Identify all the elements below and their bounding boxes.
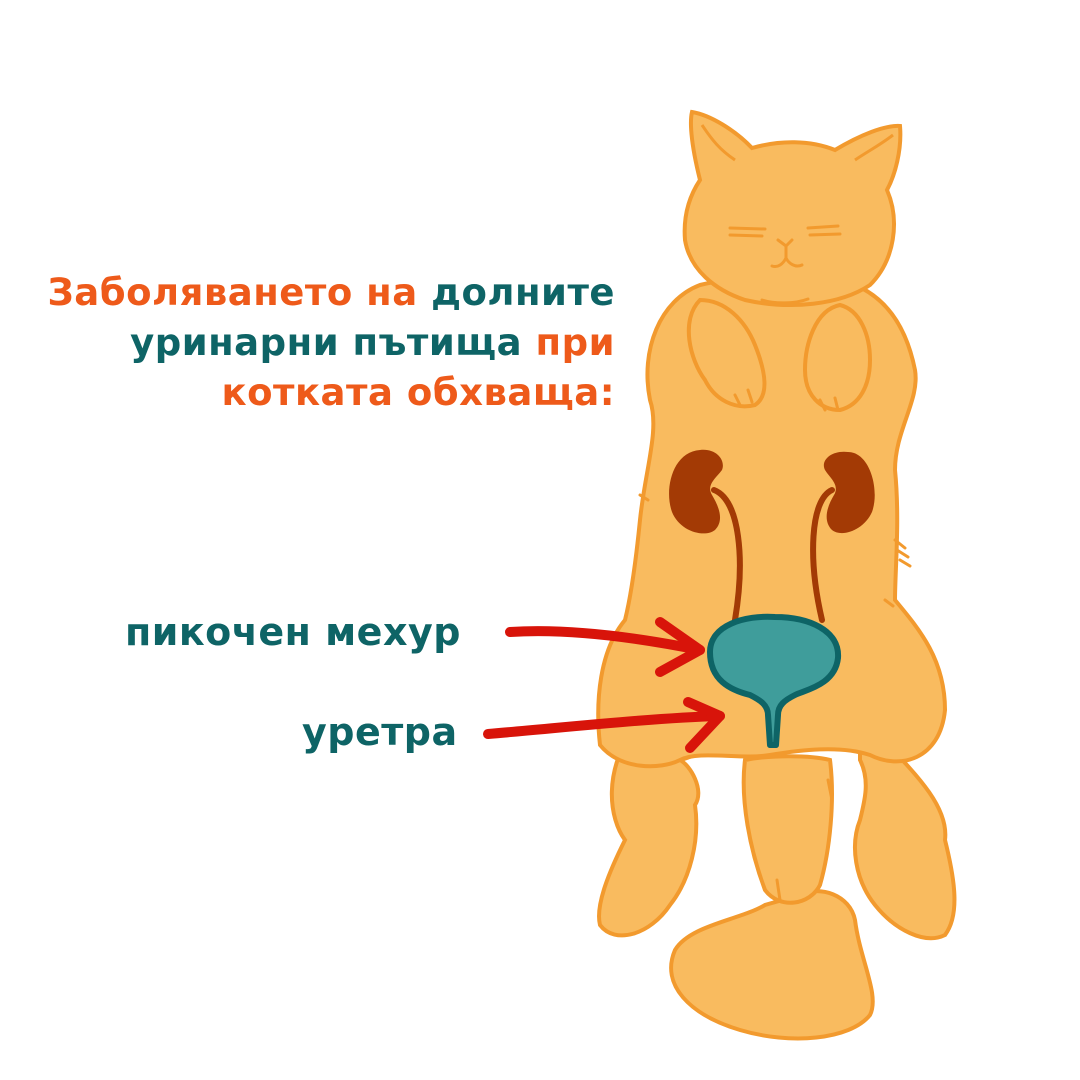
headline-line-2-teal: уринарни пътища (130, 321, 536, 364)
headline-line-2: уринарни пътища при (47, 318, 615, 368)
headline-line-1-orange: Заболяването на (47, 271, 432, 314)
headline-line-2-orange: при (535, 321, 615, 364)
headline-line-1: Заболяването на долните (47, 268, 615, 318)
headline: Заболяването на долните уринарни пътища … (47, 268, 615, 418)
cat-inner-legs (741, 754, 834, 905)
cat-head (682, 109, 903, 307)
cat-anatomy-illustration (483, 109, 957, 1041)
headline-line-3-orange: котката обхваща: (221, 371, 615, 414)
headline-line-1-teal: долните (431, 271, 615, 314)
bladder-label: пикочен мехур (125, 610, 461, 654)
headline-line-3: котката обхваща: (47, 368, 615, 418)
urethra-label: уретра (302, 710, 458, 754)
cat-tail (669, 889, 875, 1041)
